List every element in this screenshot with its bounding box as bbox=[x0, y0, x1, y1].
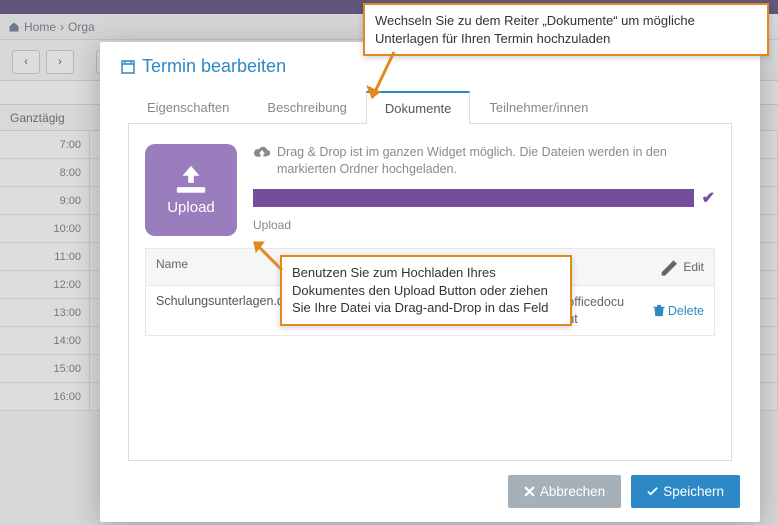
callout-arrow-top bbox=[364, 50, 404, 110]
tab-description[interactable]: Beschreibung bbox=[248, 91, 366, 124]
cancel-button[interactable]: Abbrechen bbox=[508, 475, 621, 508]
upload-complete-icon: ✔ bbox=[702, 188, 715, 208]
modal-tabs: Eigenschaften Beschreibung Dokumente Tei… bbox=[128, 91, 732, 124]
callout-documents-tab: Wechseln Sie zu dem Reiter „Dokumente“ u… bbox=[363, 3, 769, 56]
trash-icon bbox=[653, 304, 665, 317]
callout-arrow-mid bbox=[246, 236, 286, 276]
upload-sublabel: Upload bbox=[253, 218, 715, 232]
tab-properties[interactable]: Eigenschaften bbox=[128, 91, 248, 124]
pencil-icon bbox=[660, 257, 680, 277]
modal-title: Termin bearbeiten bbox=[120, 56, 740, 77]
cloud-upload-icon bbox=[253, 146, 271, 160]
close-icon bbox=[524, 486, 535, 497]
drag-drop-hint: Drag & Drop ist im ganzen Widget möglich… bbox=[253, 144, 715, 178]
upload-button[interactable]: Upload bbox=[145, 144, 237, 236]
callout-upload: Benutzen Sie zum Hochladen Ihres Dokumen… bbox=[280, 255, 572, 326]
upload-icon bbox=[174, 165, 208, 195]
calendar-icon bbox=[120, 59, 136, 75]
modal-footer: Abbrechen Speichern bbox=[120, 461, 740, 508]
col-edit[interactable]: Edit bbox=[650, 249, 714, 285]
check-icon bbox=[647, 486, 658, 497]
upload-button-label: Upload bbox=[167, 199, 215, 216]
upload-progress-bar bbox=[253, 189, 694, 207]
delete-button[interactable]: Delete bbox=[643, 286, 714, 335]
save-button[interactable]: Speichern bbox=[631, 475, 740, 508]
tab-participants[interactable]: Teilnehmer/innen bbox=[470, 91, 607, 124]
